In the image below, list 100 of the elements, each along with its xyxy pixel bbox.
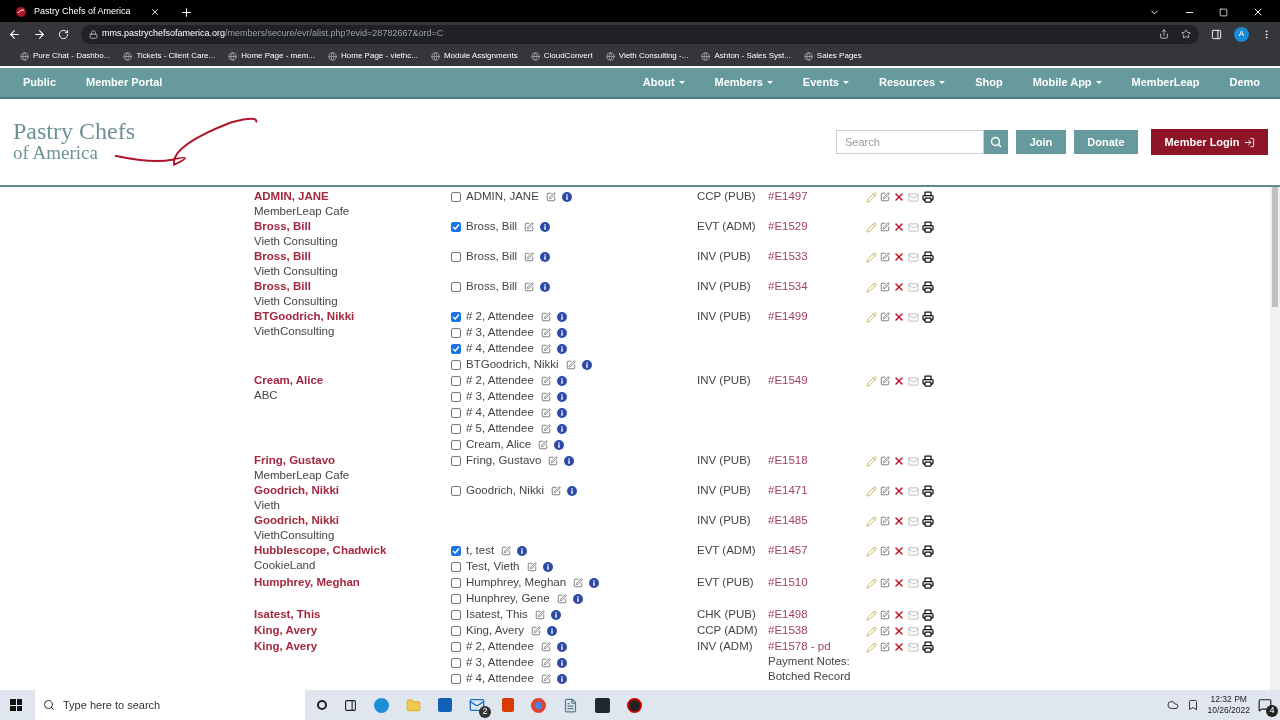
edit-icon[interactable] bbox=[545, 192, 556, 202]
bookmark[interactable]: Module Assignments bbox=[430, 50, 518, 62]
print-icon[interactable] bbox=[922, 577, 934, 589]
edit-icon[interactable] bbox=[556, 594, 567, 604]
new-tab-icon[interactable] bbox=[180, 6, 193, 19]
invoice-link[interactable]: #E1457 bbox=[768, 543, 808, 558]
attendee-checkbox[interactable] bbox=[451, 392, 461, 402]
info-icon[interactable] bbox=[540, 282, 551, 292]
edit-icon[interactable] bbox=[880, 456, 890, 466]
search-field[interactable]: Search bbox=[836, 130, 984, 154]
print-icon[interactable] bbox=[922, 191, 934, 203]
delete-icon[interactable] bbox=[893, 577, 905, 589]
profile-avatar[interactable]: A bbox=[1234, 26, 1249, 42]
recorder-icon[interactable] bbox=[627, 697, 642, 713]
scrollbar[interactable] bbox=[1270, 187, 1280, 690]
attendee-checkbox[interactable] bbox=[451, 562, 461, 572]
print-icon[interactable] bbox=[922, 609, 934, 621]
info-icon[interactable] bbox=[556, 424, 567, 434]
delete-icon[interactable] bbox=[893, 485, 905, 497]
attendee-checkbox[interactable] bbox=[451, 424, 461, 434]
attendee-checkbox[interactable] bbox=[451, 578, 461, 588]
share-icon[interactable] bbox=[1159, 29, 1169, 39]
bookmark[interactable]: CloudConvert bbox=[530, 50, 593, 62]
member-name-link[interactable]: Goodrich, Nikki bbox=[254, 483, 339, 498]
invoice-link[interactable]: #E1510 bbox=[768, 575, 808, 590]
edit-icon[interactable] bbox=[540, 312, 551, 322]
info-icon[interactable] bbox=[546, 626, 557, 636]
attendee-checkbox[interactable] bbox=[451, 440, 461, 450]
search-icon[interactable] bbox=[990, 136, 1002, 148]
bookmark[interactable]: Ashton - Sales Syst... bbox=[701, 50, 791, 62]
document-icon[interactable] bbox=[563, 697, 578, 713]
delete-icon[interactable] bbox=[893, 375, 905, 387]
member-name-link[interactable]: King, Avery bbox=[254, 639, 318, 654]
delete-icon[interactable] bbox=[893, 625, 905, 637]
edit-icon[interactable] bbox=[524, 252, 535, 262]
edit-icon[interactable] bbox=[534, 610, 545, 620]
attendee-checkbox[interactable] bbox=[451, 626, 461, 636]
info-icon[interactable] bbox=[517, 546, 528, 556]
edit-icon[interactable] bbox=[540, 344, 551, 354]
edit-icon[interactable] bbox=[540, 376, 551, 386]
restore-icon[interactable] bbox=[1219, 7, 1228, 17]
info-icon[interactable] bbox=[540, 222, 551, 232]
edit-icon[interactable] bbox=[548, 456, 559, 466]
print-icon[interactable] bbox=[922, 545, 934, 557]
edit-icon[interactable] bbox=[880, 642, 890, 652]
invoice-link[interactable]: #E1518 bbox=[768, 453, 808, 468]
search-icon[interactable] bbox=[43, 699, 55, 711]
edit-icon[interactable] bbox=[880, 626, 890, 636]
delete-icon[interactable] bbox=[893, 281, 905, 293]
info-icon[interactable] bbox=[566, 486, 577, 496]
forward-icon[interactable] bbox=[33, 27, 46, 41]
info-icon[interactable] bbox=[556, 328, 567, 338]
info-icon[interactable] bbox=[540, 252, 551, 262]
info-icon[interactable] bbox=[561, 192, 572, 202]
print-icon[interactable] bbox=[922, 455, 934, 467]
print-icon[interactable] bbox=[922, 221, 934, 233]
print-icon[interactable] bbox=[922, 375, 934, 387]
attendee-checkbox[interactable] bbox=[451, 282, 461, 292]
member-name-link[interactable]: Bross, Bill bbox=[254, 279, 311, 294]
info-icon[interactable] bbox=[556, 658, 567, 668]
print-icon[interactable] bbox=[922, 251, 934, 263]
back-icon[interactable] bbox=[8, 27, 21, 41]
attendee-checkbox[interactable] bbox=[451, 408, 461, 418]
bookmark[interactable]: Sales Pages bbox=[803, 50, 862, 62]
info-icon[interactable] bbox=[556, 344, 567, 354]
attendee-checkbox[interactable] bbox=[451, 328, 461, 338]
edit-icon[interactable] bbox=[880, 578, 890, 588]
member-name-link[interactable]: King, Avery bbox=[254, 623, 318, 638]
info-icon[interactable] bbox=[556, 408, 567, 418]
delete-icon[interactable] bbox=[893, 455, 905, 467]
edit-icon[interactable] bbox=[530, 626, 541, 636]
invoice-link[interactable]: #E1529 bbox=[768, 219, 808, 234]
info-icon[interactable] bbox=[589, 578, 600, 588]
invoice-link[interactable]: #E1485 bbox=[768, 513, 808, 528]
edit-icon[interactable] bbox=[524, 282, 535, 292]
delete-icon[interactable] bbox=[893, 609, 905, 621]
attendee-checkbox[interactable] bbox=[451, 456, 461, 466]
edit-icon[interactable] bbox=[880, 610, 890, 620]
member-name-link[interactable]: ADMIN, JANE bbox=[254, 189, 329, 204]
attendee-checkbox[interactable] bbox=[451, 594, 461, 604]
attendee-checkbox[interactable] bbox=[451, 658, 461, 668]
address-bar[interactable]: mms.pastrychefsofamerica.org/members/secure/evr/alist.php?evid=28782667&ord=C bbox=[81, 24, 1199, 44]
print-icon[interactable] bbox=[922, 485, 934, 497]
edit-icon[interactable] bbox=[880, 516, 890, 526]
bookmark[interactable]: Pure Chat - Dashbo... bbox=[20, 50, 111, 62]
clock-time[interactable]: 12:32 PM bbox=[1210, 694, 1247, 705]
edit-icon[interactable] bbox=[538, 440, 549, 450]
edit-icon[interactable] bbox=[880, 192, 890, 202]
attendee-checkbox[interactable] bbox=[451, 376, 461, 386]
attendee-checkbox[interactable] bbox=[451, 610, 461, 620]
edit-icon[interactable] bbox=[540, 408, 551, 418]
info-icon[interactable] bbox=[556, 392, 567, 402]
windows-start-icon[interactable] bbox=[10, 699, 22, 711]
reload-icon[interactable] bbox=[58, 28, 69, 40]
edit-icon[interactable] bbox=[550, 486, 561, 496]
delete-icon[interactable] bbox=[893, 641, 905, 653]
bookmark[interactable]: Home Page - viethc... bbox=[328, 50, 418, 62]
member-name-link[interactable]: Goodrich, Nikki bbox=[254, 513, 339, 528]
invoice-link[interactable]: #E1497 bbox=[768, 189, 808, 204]
edit-icon[interactable] bbox=[526, 562, 537, 572]
